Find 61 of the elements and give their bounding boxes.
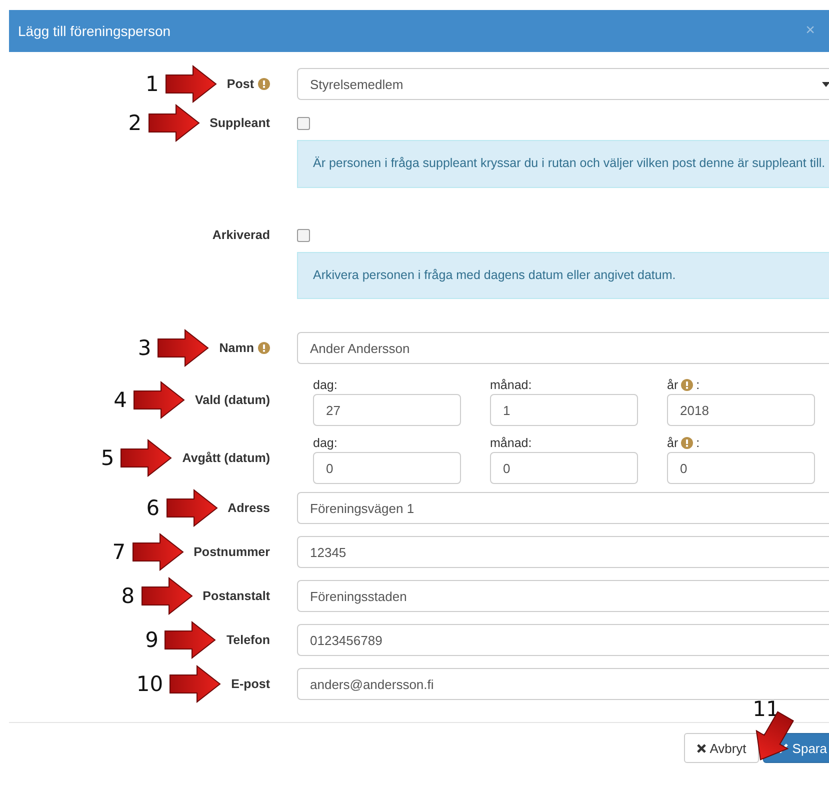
caret-icon	[822, 82, 829, 86]
step-number: 1	[146, 72, 159, 96]
arrow-icon	[164, 621, 216, 659]
step-number: 10	[136, 672, 164, 696]
input-field[interactable]: 12345	[297, 536, 829, 568]
field-label: Vald (datum)	[194, 393, 270, 407]
date-part-label: dag:	[313, 378, 338, 392]
arrow-icon	[120, 439, 172, 477]
cancel-button[interactable]: Avbryt	[684, 733, 760, 763]
date-field[interactable]: 1	[490, 394, 638, 426]
arrow-icon	[132, 533, 184, 571]
checkbox[interactable]	[297, 228, 310, 242]
date-part-label: år	[667, 378, 678, 392]
date-part-label: dag:	[313, 436, 338, 450]
step-number: 4	[114, 388, 127, 412]
date-field[interactable]: 0	[667, 452, 815, 484]
input-field[interactable]: Ander Andersson	[297, 332, 829, 364]
field-label: Namn	[219, 341, 254, 355]
arrow-icon	[140, 577, 193, 615]
field-label: Arkiverad	[212, 228, 270, 242]
step-number: 8	[121, 584, 135, 608]
colon-text: :	[696, 436, 700, 450]
input-field[interactable]: 0123456789	[297, 624, 829, 656]
arrow-icon	[164, 65, 217, 103]
date-field[interactable]: 2018	[667, 394, 815, 426]
arrow-icon	[169, 665, 222, 703]
field-label: Post	[226, 77, 254, 91]
date-field[interactable]: 0	[490, 452, 638, 484]
help-note: Arkivera personen i fråga med dagens datum eller angivet datum.	[297, 252, 829, 299]
step-number: 5	[100, 446, 114, 470]
field-label: Suppleant	[210, 116, 270, 130]
help-note: Är personen i fråga suppleant kryssar du i rutan och väljer vilken post denne är suppleant till.	[297, 140, 829, 188]
step-number: 9	[145, 628, 158, 652]
arrow-icon	[166, 489, 218, 527]
post-select[interactable]: Styrelsemedlem	[297, 68, 829, 100]
checkbox[interactable]	[297, 117, 310, 130]
date-part-label: månad:	[490, 378, 532, 392]
input-field[interactable]: Föreningsstaden	[297, 580, 829, 612]
colon-text: :	[696, 378, 700, 392]
field-label: Adress	[228, 501, 270, 515]
input-field[interactable]: anders@andersson.fi	[297, 668, 829, 700]
date-part-label: månad:	[490, 436, 532, 450]
step-number: 11	[752, 697, 780, 721]
input-field[interactable]: Föreningsvägen 1	[297, 492, 829, 524]
step-number: 2	[128, 111, 142, 135]
arrow-icon	[132, 381, 185, 419]
date-field[interactable]: 27	[313, 394, 461, 426]
step-number: 7	[112, 540, 126, 564]
field-label: Avgått (datum)	[182, 451, 270, 465]
step-number: 3	[138, 336, 152, 360]
field-label: E-post	[231, 677, 270, 691]
close-icon	[696, 744, 706, 752]
step-number: 6	[146, 496, 160, 520]
date-part-label: år	[667, 436, 678, 450]
field-label: Postnummer	[194, 545, 270, 559]
field-label: Postanstalt	[202, 589, 270, 603]
dialog-title: Lägg till föreningsperson	[18, 23, 171, 39]
arrow-icon	[148, 104, 200, 142]
date-field[interactable]: 0	[313, 452, 461, 484]
arrow-icon	[157, 329, 210, 367]
field-label: Telefon	[226, 633, 270, 647]
